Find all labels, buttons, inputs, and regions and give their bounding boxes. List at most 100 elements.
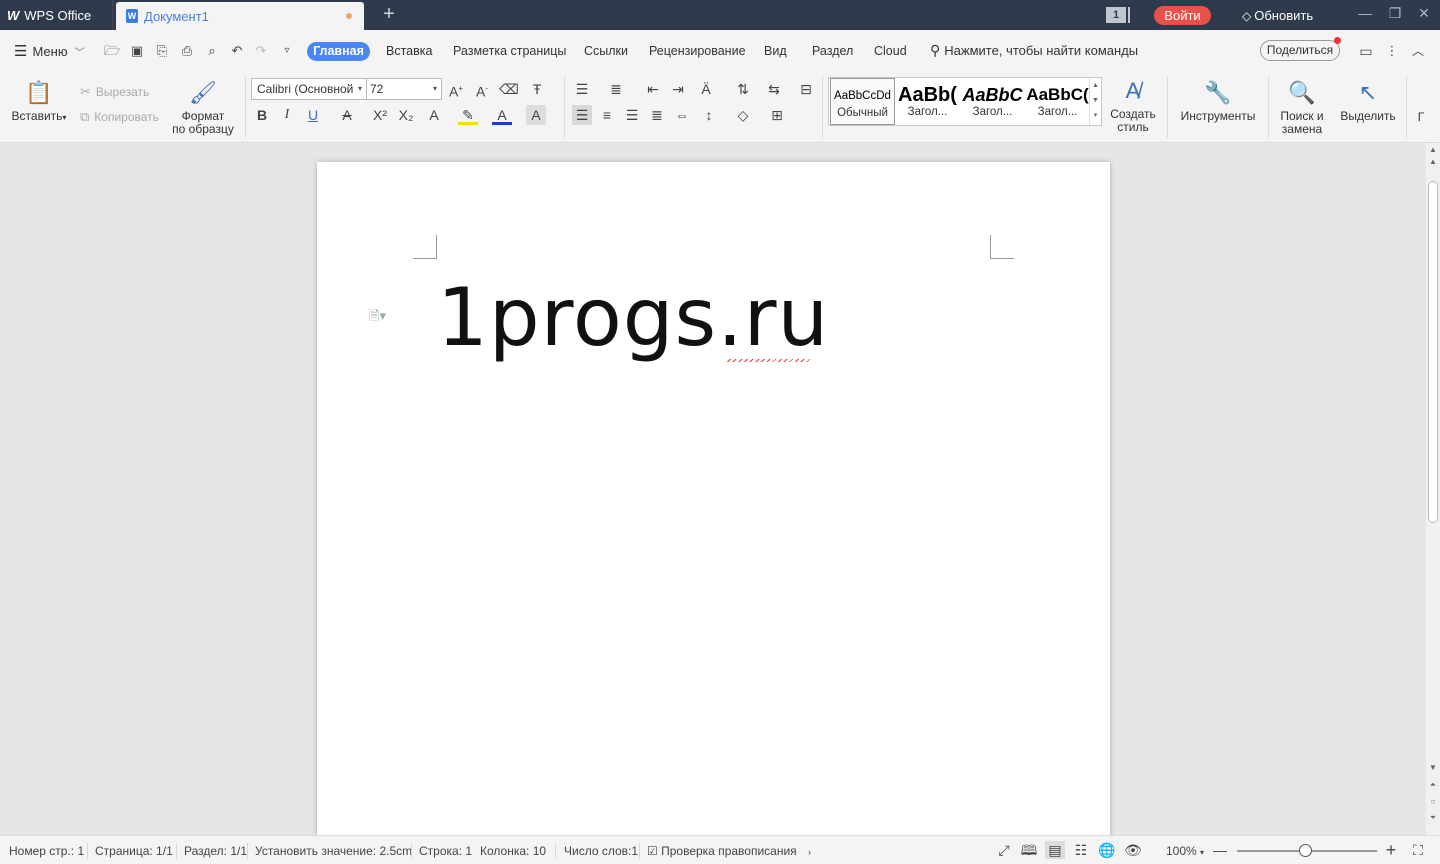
char-shading-icon[interactable]: A [526, 105, 546, 125]
web-view-icon[interactable]: 🌐 [1097, 841, 1117, 859]
tab-references[interactable]: Ссылки [584, 42, 628, 61]
justify-icon[interactable]: ≣ [647, 105, 667, 125]
status-word-count[interactable]: Число слов:1 [564, 844, 638, 858]
scroll-up-icon[interactable]: ▲ [1426, 145, 1440, 154]
share-button[interactable]: Поделиться [1260, 37, 1341, 61]
tab-page-layout[interactable]: Разметка страницы [453, 42, 566, 61]
clear-format-icon[interactable]: ⌫ [499, 79, 519, 99]
align-right-icon[interactable]: ☰ [622, 105, 642, 125]
decrease-indent-icon[interactable]: ⇤ [643, 79, 663, 99]
underline-icon[interactable]: U [303, 105, 323, 125]
tab-view[interactable]: Вид [764, 42, 787, 61]
window-counter-badge[interactable]: 1 [1106, 7, 1130, 23]
zoom-out-icon[interactable]: — [1210, 841, 1230, 859]
cut-button[interactable]: ✂ Вырезать [80, 84, 149, 100]
menu-button[interactable]: ☰ Меню ﹀ [14, 42, 85, 60]
document-tab[interactable]: W Документ1 [116, 2, 364, 30]
wps-office-tab[interactable]: W WPS Office [0, 0, 113, 30]
tab-insert[interactable]: Вставка [386, 42, 432, 61]
strikethrough-icon[interactable]: A [337, 105, 357, 125]
status-section[interactable]: Раздел: 1/1 [184, 844, 247, 858]
font-name-select[interactable]: Calibri (Основной ▾ [251, 78, 367, 100]
prev-page-icon[interactable]: ⏶ [1426, 780, 1440, 790]
bold-icon[interactable]: B [252, 105, 272, 125]
next-page-icon[interactable]: ⏷ [1426, 813, 1440, 823]
paragraph-handle-icon[interactable]: 🗎▾ [369, 307, 386, 329]
undo-icon[interactable]: ↶ [229, 43, 245, 59]
shading-icon[interactable]: ◇ [733, 105, 753, 125]
italic-icon[interactable]: I [277, 105, 297, 125]
page-view-icon[interactable]: ▤ [1045, 841, 1065, 859]
reading-mode-icon[interactable]: 🕮 [1019, 841, 1039, 859]
full-screen-icon[interactable]: ⤢ [994, 841, 1014, 859]
text-outline-icon[interactable]: A [424, 105, 444, 125]
status-page-number[interactable]: Номер стр.: 1 [9, 844, 84, 858]
text-effects-icon[interactable]: Ŧ [527, 79, 547, 99]
scroll-down-icon[interactable]: ▼ [1426, 763, 1440, 772]
format-painter-button[interactable]: 🖌 Формат по образцу [170, 80, 236, 136]
print-icon[interactable]: ⎙ [179, 43, 195, 59]
distribute-icon[interactable]: ⇔ [672, 105, 692, 125]
select-button[interactable]: ↖ Выделить [1336, 80, 1400, 123]
fit-window-icon[interactable]: ⛶ [1408, 841, 1428, 859]
zoom-level-select[interactable]: 100% ▾ [1166, 844, 1204, 858]
login-button[interactable]: Войти [1154, 6, 1211, 25]
highlight-icon[interactable]: ✎ [458, 105, 478, 125]
numbered-list-icon[interactable]: ≣ [606, 79, 626, 99]
tab-home[interactable]: Главная [307, 42, 370, 61]
font-color-icon[interactable]: A [492, 105, 512, 125]
tools-button[interactable]: 🔧 Инструменты [1176, 80, 1260, 123]
line-spacing-icon[interactable]: ↕ [699, 105, 719, 125]
document-text[interactable]: 1progs.ru [437, 262, 829, 374]
collapse-ribbon-icon[interactable]: ︿ [1410, 43, 1426, 59]
close-icon[interactable]: ✕ [1414, 5, 1434, 22]
superscript-icon[interactable]: X² [370, 105, 390, 125]
new-tab-plus-icon[interactable]: + [378, 3, 400, 26]
document-page[interactable]: 🗎▾ 1progs.ru [317, 162, 1110, 835]
style-heading-1[interactable]: AaBb( Загол... [895, 78, 960, 125]
scroll-up-icon[interactable]: ▲ [1426, 157, 1440, 166]
increase-font-icon[interactable]: A+ [446, 79, 466, 100]
tab-cloud[interactable]: Cloud [874, 42, 907, 61]
eye-protection-icon[interactable]: 👁 [1123, 841, 1143, 859]
truncated-button[interactable]: Г [1416, 111, 1426, 124]
open-folder-icon[interactable]: 🗁 [104, 43, 120, 59]
browse-object-icon[interactable]: ○ [1426, 797, 1440, 806]
customize-toolbar-icon[interactable]: ▿ [279, 43, 295, 59]
find-replace-button[interactable]: 🔍 Поиск и замена [1276, 80, 1328, 136]
vertical-scrollbar[interactable]: ▲ ▲ ▼ ⏶ ○ ⏷ [1426, 143, 1440, 835]
zoom-in-icon[interactable]: + [1381, 841, 1401, 859]
format-painter-small-icon[interactable]: ⎘ [154, 43, 170, 59]
chinese-layout-icon[interactable]: Ä [696, 79, 716, 99]
align-center-icon[interactable]: ≡ [597, 105, 617, 125]
restore-icon[interactable]: ❐ [1385, 5, 1405, 22]
minimize-icon[interactable]: — [1355, 5, 1375, 21]
create-style-button[interactable]: A̸ Создать стиль [1106, 78, 1160, 134]
align-left-icon[interactable]: ☰ [572, 105, 592, 125]
style-heading-3[interactable]: AaBbC( Загол... [1025, 78, 1090, 125]
tab-section[interactable]: Раздел [812, 42, 853, 61]
scrollbar-thumb[interactable] [1428, 181, 1438, 523]
zoom-slider-knob[interactable] [1299, 844, 1312, 857]
command-search[interactable]: ⚲ Нажмите, чтобы найти команды [930, 42, 1138, 59]
status-line[interactable]: Строка: 1 [419, 844, 472, 858]
save-icon[interactable]: ▣ [129, 43, 145, 59]
status-column[interactable]: Колонка: 10 [480, 844, 546, 858]
status-set-value[interactable]: Установить значение: 2.5cm [255, 844, 412, 858]
sort-icon[interactable]: ⇅ [733, 79, 753, 99]
subscript-icon[interactable]: X₂ [396, 105, 416, 125]
increase-indent-icon[interactable]: ⇥ [668, 79, 688, 99]
style-heading-2[interactable]: AaBbC Загол... [960, 78, 1025, 125]
bullet-list-icon[interactable]: ☰ [572, 79, 592, 99]
show-marks-icon[interactable]: ⇆ [764, 79, 784, 99]
text-box-icon[interactable]: ⊟ [796, 79, 816, 99]
tab-review[interactable]: Рецензирование [649, 42, 746, 61]
spellcheck-button[interactable]: ☑ Проверка правописания › [647, 844, 811, 858]
copy-button[interactable]: ⧉ Копировать [80, 109, 159, 125]
status-page[interactable]: Страница: 1/1 [95, 844, 173, 858]
font-size-select[interactable]: 72 ▾ [366, 78, 442, 100]
outline-view-icon[interactable]: ☷ [1071, 841, 1091, 859]
redo-icon[interactable]: ↷ [253, 43, 269, 59]
more-options-icon[interactable]: ⋮ [1384, 43, 1400, 59]
comment-icon[interactable]: ▭ [1358, 43, 1374, 59]
